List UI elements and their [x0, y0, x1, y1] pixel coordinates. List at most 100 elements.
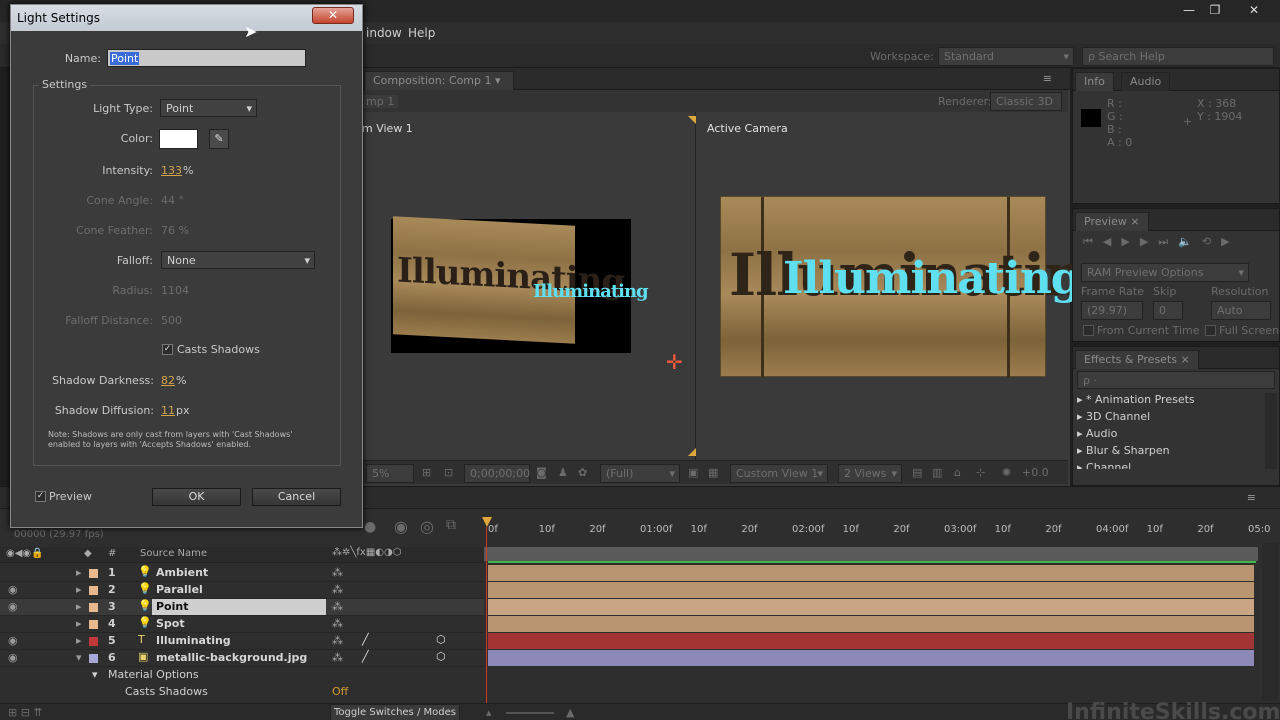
- shy-switch-icon[interactable]: ⁂: [332, 651, 343, 664]
- layer-row[interactable]: ◉ ▸ 5 T Illuminating ⁂ ╱ ⬡: [0, 633, 484, 650]
- frame-rate-dropdown[interactable]: (29.97): [1081, 301, 1143, 320]
- effects-list-item[interactable]: ▸ Audio: [1077, 427, 1263, 444]
- casts-shadows-property-value[interactable]: Off: [332, 685, 348, 698]
- exposure-value[interactable]: +0.0: [1022, 466, 1049, 479]
- preview-checkbox[interactable]: ✓: [35, 491, 46, 502]
- label-color-swatch[interactable]: [89, 637, 98, 646]
- label-color-swatch[interactable]: [89, 654, 98, 663]
- tab-preview[interactable]: Preview ×: [1075, 212, 1149, 231]
- light-name-input[interactable]: Point: [107, 49, 306, 67]
- layer-row[interactable]: ▸ 4 💡 Spot ⁂: [0, 616, 484, 633]
- twirl-icon[interactable]: ▸: [76, 634, 82, 647]
- effects-list-item[interactable]: ▸ Channel: [1077, 461, 1263, 469]
- shy-switch-icon[interactable]: ⁂: [332, 583, 343, 596]
- effects-search-input[interactable]: ρ ·: [1077, 371, 1275, 389]
- 3d-view-dropdown[interactable]: Custom View 1 ▾: [730, 464, 828, 483]
- shy-switch-icon[interactable]: ⁂: [332, 634, 343, 647]
- dialog-close-button[interactable]: ✕: [312, 7, 354, 24]
- close-window-button[interactable]: ✕: [1236, 2, 1272, 18]
- minimize-button[interactable]: —: [1176, 2, 1202, 18]
- twirl-icon[interactable]: ▾: [76, 651, 82, 664]
- workspace-dropdown[interactable]: Standard ▾: [938, 47, 1074, 66]
- twirl-icon[interactable]: ▸: [76, 583, 82, 596]
- fast-previews-icon[interactable]: ▥: [932, 466, 942, 479]
- layer-duration-bar[interactable]: [488, 616, 1254, 632]
- from-current-time-checkbox[interactable]: [1083, 325, 1094, 336]
- layer-duration-bar[interactable]: [488, 565, 1254, 581]
- intensity-value[interactable]: 133: [161, 164, 182, 177]
- expand-panes-icons[interactable]: ⊞ ⊟ ⇈: [8, 706, 43, 719]
- snapshot-icon[interactable]: ◙: [536, 466, 547, 479]
- tab-audio[interactable]: Audio: [1121, 72, 1171, 91]
- shy-switch-icon[interactable]: ⁂: [332, 566, 343, 579]
- layer-name[interactable]: Illuminating: [156, 634, 231, 647]
- grid-icon[interactable]: ⊞: [422, 466, 431, 479]
- resolution-dropdown[interactable]: (Full) ▾: [600, 464, 680, 483]
- layer-row[interactable]: ◉ ▾ 6 ▣ metallic-background.jpg ⁂ ╱ ⬡: [0, 650, 484, 667]
- dialog-titlebar[interactable]: Light Settings: [11, 5, 362, 31]
- menu-help[interactable]: Help: [408, 26, 435, 40]
- shadow-diffusion-value[interactable]: 11: [161, 404, 175, 417]
- twirl-icon[interactable]: ▸: [76, 617, 82, 630]
- label-color-swatch[interactable]: [89, 586, 98, 595]
- effects-list-item[interactable]: ▸ Blur & Sharpen: [1077, 444, 1263, 461]
- mask-icon[interactable]: ⊡: [444, 466, 453, 479]
- quality-switch-icon[interactable]: ╱: [362, 650, 369, 663]
- layer-row[interactable]: ▸ 1 💡 Ambient ⁂: [0, 565, 484, 582]
- draft-3d-icon[interactable]: ●: [364, 519, 376, 535]
- tab-info[interactable]: Info: [1075, 72, 1114, 91]
- light-position-icon[interactable]: ✛: [666, 350, 683, 374]
- twirl-down-icon[interactable]: ▾: [92, 668, 98, 681]
- timeline-icon[interactable]: ⌂: [954, 466, 961, 479]
- full-screen-checkbox[interactable]: [1205, 325, 1216, 336]
- ram-preview-options-dropdown[interactable]: RAM Preview Options ▾: [1081, 263, 1249, 282]
- layer-name[interactable]: Point: [156, 600, 188, 613]
- timeline-scrollbar[interactable]: [1262, 543, 1278, 701]
- eyedropper-icon[interactable]: ✎: [209, 129, 229, 149]
- zoom-slider[interactable]: [506, 712, 554, 714]
- 3d-layer-icon[interactable]: ⬡: [436, 633, 446, 646]
- comp-nav-tab[interactable]: mp 1: [362, 95, 399, 108]
- current-time-field[interactable]: 0;00;00;00: [464, 464, 530, 483]
- casts-shadows-checkbox[interactable]: ✓: [162, 344, 173, 355]
- twirl-icon[interactable]: ▸: [76, 600, 82, 613]
- layer-row[interactable]: ◉ ▸ 3 💡 Point ⁂: [0, 599, 484, 616]
- effects-list-item[interactable]: ▸ * Animation Presets: [1077, 393, 1263, 410]
- skip-field[interactable]: 0: [1153, 301, 1183, 320]
- shadow-darkness-value[interactable]: 82: [161, 374, 175, 387]
- shy-switch-icon[interactable]: ⁂: [332, 617, 343, 630]
- color-channel-icon[interactable]: ✿: [578, 466, 587, 479]
- panel-menu-icon[interactable]: ≡: [1247, 491, 1256, 504]
- label-color-swatch[interactable]: [89, 569, 98, 578]
- zoom-out-icon[interactable]: ▴: [486, 706, 492, 719]
- motion-blur-icon[interactable]: ◉: [394, 517, 408, 536]
- twirl-icon[interactable]: ▸: [76, 566, 82, 579]
- light-color-swatch[interactable]: [159, 129, 198, 149]
- brainstorm-icon[interactable]: ◎: [420, 517, 434, 536]
- effects-list-item[interactable]: ▸ 3D Channel: [1077, 410, 1263, 427]
- toggle-switches-modes-button[interactable]: Toggle Switches / Modes: [330, 704, 460, 720]
- quality-switch-icon[interactable]: ╱: [362, 633, 369, 646]
- label-color-swatch[interactable]: [89, 603, 98, 612]
- label-color-swatch[interactable]: [89, 620, 98, 629]
- view-layout-dropdown[interactable]: 2 Views ▾: [838, 464, 902, 483]
- source-name-header[interactable]: Source Name: [140, 548, 207, 559]
- maximize-button[interactable]: ❐: [1202, 2, 1228, 18]
- menu-window[interactable]: indow: [366, 26, 402, 40]
- layer-name[interactable]: Spot: [156, 617, 185, 630]
- layer-duration-bar[interactable]: [488, 582, 1254, 598]
- casts-shadows-row[interactable]: Casts Shadows Off: [0, 684, 484, 701]
- search-help-input[interactable]: ρ Search Help: [1082, 47, 1274, 66]
- tab-effects-presets[interactable]: Effects & Presets ×: [1075, 350, 1199, 369]
- zoom-in-icon[interactable]: ▲: [566, 706, 574, 719]
- layer-duration-bar[interactable]: [488, 650, 1254, 666]
- visibility-eye-icon[interactable]: ◉: [8, 600, 18, 613]
- visibility-eye-icon[interactable]: ◉: [8, 651, 18, 664]
- tab-composition[interactable]: Composition: Comp 1 ▾: [364, 71, 514, 90]
- light-type-dropdown[interactable]: Point ▾: [160, 99, 257, 117]
- cancel-button[interactable]: Cancel: [252, 488, 341, 506]
- 3d-layer-icon[interactable]: ⬡: [436, 650, 446, 663]
- renderer-dropdown[interactable]: Classic 3D: [990, 92, 1062, 111]
- material-options-row[interactable]: ▾ Material Options: [0, 667, 484, 684]
- layer-name[interactable]: Ambient: [156, 566, 208, 579]
